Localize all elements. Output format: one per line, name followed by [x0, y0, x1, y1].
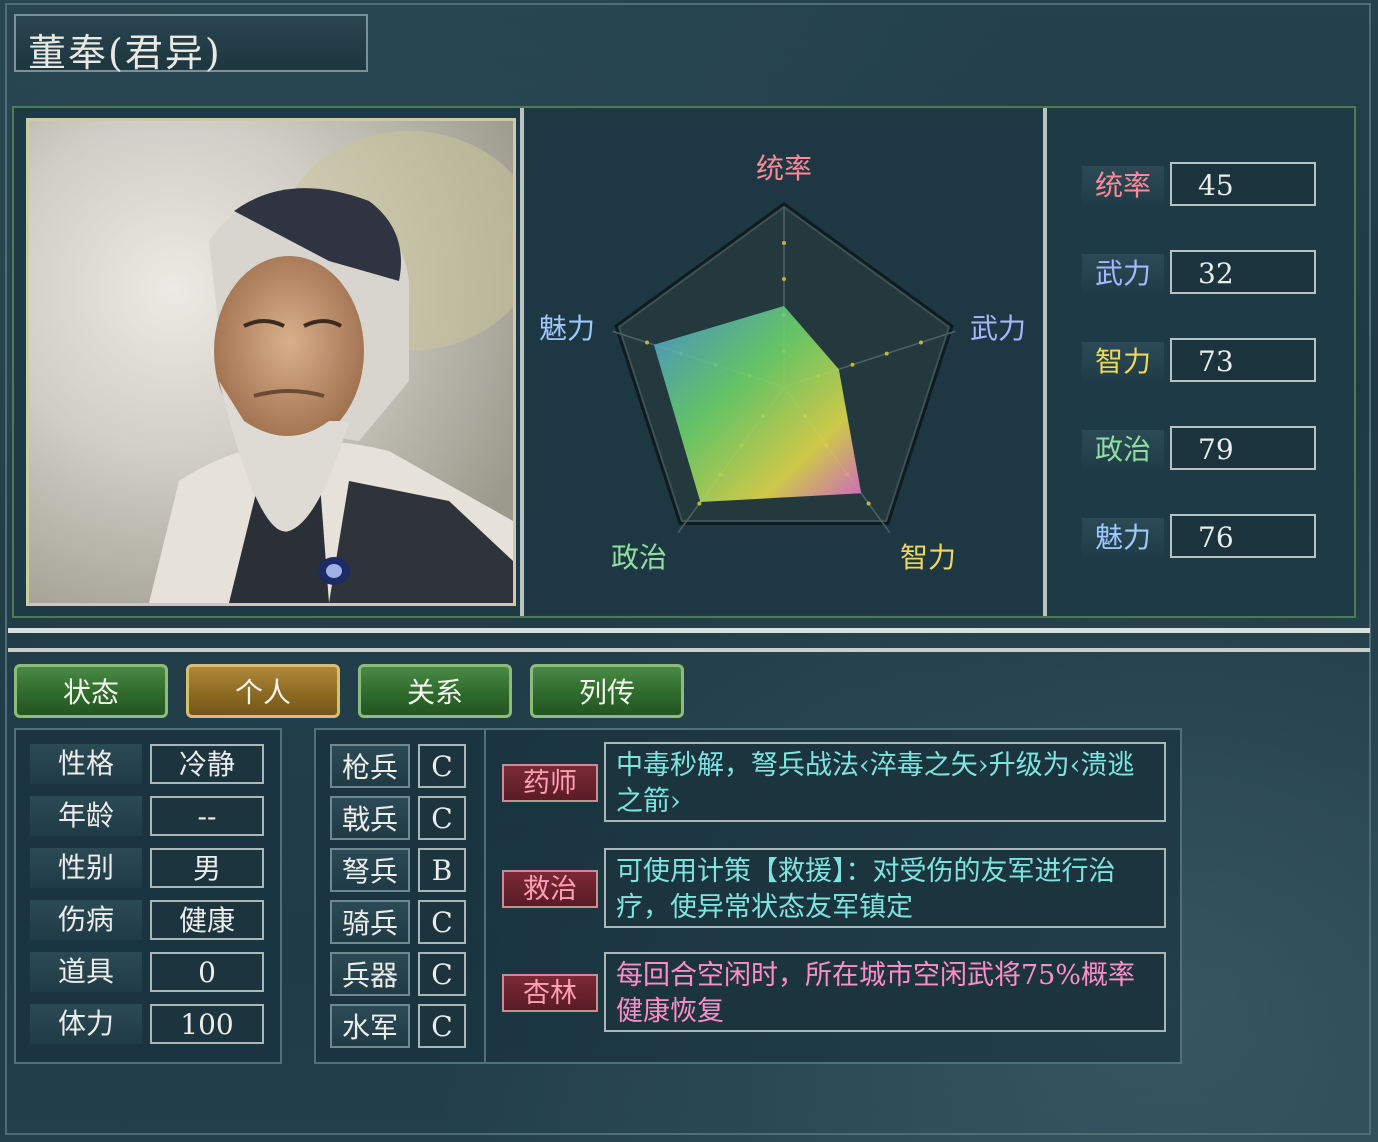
tab-status[interactable]: 状态: [14, 664, 168, 718]
personal-value: 100: [150, 1004, 264, 1044]
personal-value: 冷静: [150, 744, 264, 784]
stat-value: 32: [1170, 250, 1316, 294]
skill-description: 可使用计策【救援】：对受伤的友军进行治疗，使异常状态友军镇定: [604, 848, 1166, 928]
personal-value: 健康: [150, 900, 264, 940]
stat-value: 76: [1170, 514, 1316, 558]
radar-label-zhengzhi: 政治: [611, 541, 667, 574]
radar-tick: [645, 340, 650, 345]
tab-personal[interactable]: 个人: [186, 664, 340, 718]
officer-portrait: [26, 118, 516, 606]
radar-tick: [850, 362, 855, 367]
personal-value: 男: [150, 848, 264, 888]
aptitude-label: 兵器: [330, 952, 410, 996]
aptitude-value: C: [418, 1004, 466, 1048]
radar-tick: [782, 277, 786, 281]
stat-label: 政治: [1082, 430, 1164, 470]
radar-tick: [918, 340, 923, 345]
radar-svg: 统率 武力 智力 政治 魅力: [539, 152, 1026, 574]
tab-relations[interactable]: 关系: [358, 664, 512, 718]
skill-name[interactable]: 杏林: [502, 974, 598, 1012]
personal-label: 伤病: [30, 900, 142, 940]
radar-tick: [866, 501, 871, 506]
aptitude-value: B: [418, 848, 466, 892]
radar-label-zhili: 智力: [900, 541, 956, 574]
personal-label: 年龄: [30, 796, 142, 836]
panel-divider: [484, 728, 486, 1064]
radar-label-tongshuai: 统率: [756, 152, 812, 185]
portrait-image: [29, 121, 513, 603]
stat-value: 45: [1170, 162, 1316, 206]
personal-label: 道具: [30, 952, 142, 992]
officer-name-box: 董奉(君异): [14, 14, 368, 75]
separator: [8, 628, 1370, 633]
personal-label: 体力: [30, 1004, 142, 1044]
tab-biography[interactable]: 列传: [530, 664, 684, 718]
personal-value: --: [150, 796, 264, 836]
radar-label-wuli: 武力: [970, 312, 1026, 345]
radar-tick: [884, 351, 889, 356]
radar-chart: 统率 武力 智力 政治 魅力: [526, 110, 1042, 614]
stat-label: 武力: [1082, 254, 1164, 294]
radar-tick: [697, 501, 702, 506]
personal-label: 性格: [30, 744, 142, 784]
aptitude-label: 弩兵: [330, 848, 410, 892]
stat-value: 73: [1170, 338, 1316, 382]
stat-value: 79: [1170, 426, 1316, 470]
radar-tick: [782, 241, 786, 245]
personal-value: 0: [150, 952, 264, 992]
radar-label-meili: 魅力: [539, 312, 595, 345]
skill-name[interactable]: 救治: [502, 870, 598, 908]
skill-name[interactable]: 药师: [502, 764, 598, 802]
aptitude-label: 骑兵: [330, 900, 410, 944]
stat-row: 魅力 76: [1082, 514, 1322, 562]
aptitude-value: C: [418, 900, 466, 944]
stat-label: 统率: [1082, 166, 1164, 206]
aptitude-value: C: [418, 796, 466, 840]
aptitude-label: 水军: [330, 1004, 410, 1048]
aptitude-label: 戟兵: [330, 796, 410, 840]
stat-row: 武力 32: [1082, 250, 1322, 298]
personal-label: 性别: [30, 848, 142, 888]
skill-description: 中毒秒解，弩兵战法‹淬毒之矢›升级为‹溃逃之箭›: [604, 742, 1166, 822]
separator: [8, 648, 1370, 652]
stat-row: 智力 73: [1082, 338, 1322, 386]
aptitude-value: C: [418, 952, 466, 996]
divider: [1043, 108, 1047, 616]
aptitude-label: 枪兵: [330, 744, 410, 788]
stat-label: 智力: [1082, 342, 1164, 382]
skill-description: 每回合空闲时，所在城市空闲武将75%概率健康恢复: [604, 952, 1166, 1032]
stat-label: 魅力: [1082, 518, 1164, 558]
officer-name: 董奉(君异): [28, 31, 222, 75]
divider: [520, 108, 524, 616]
stat-row: 统率 45: [1082, 162, 1322, 210]
stat-row: 政治 79: [1082, 426, 1322, 474]
aptitude-value: C: [418, 744, 466, 788]
